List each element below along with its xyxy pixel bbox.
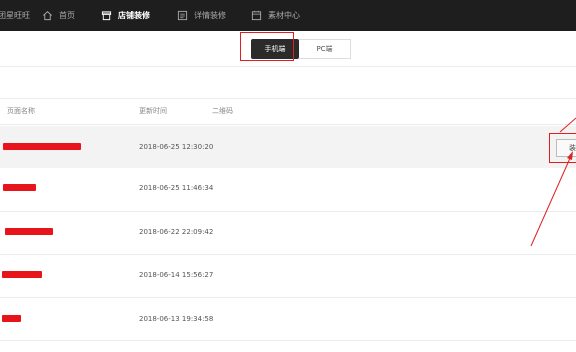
table-row: 2018-06-13 19:34:58 xyxy=(0,298,576,340)
home-icon xyxy=(43,11,52,21)
nav-brand[interactable]: 团星旺旺 xyxy=(0,0,30,31)
updated-time: 2018-06-13 19:34:58 xyxy=(139,315,214,323)
header-updated-time: 更新时间 xyxy=(139,107,167,115)
nav-brand-label: 团星旺旺 xyxy=(0,11,30,20)
pc-tab[interactable]: PC端 xyxy=(299,39,351,59)
updated-time: 2018-06-14 15:56:27 xyxy=(139,271,214,279)
top-nav-bar: 团星旺旺 首页 店铺装修 详情装修 素材中心 xyxy=(0,0,576,31)
table-row: 2018-06-25 12:30:20 xyxy=(0,126,576,168)
nav-item-material-center[interactable]: 素材中心 xyxy=(251,0,300,31)
redacted-page-name xyxy=(5,228,53,235)
table-row: 2018-06-22 22:09:42 xyxy=(0,212,576,254)
redacted-page-name xyxy=(2,315,21,322)
store-icon xyxy=(101,11,112,21)
header-page-name: 页面名称 xyxy=(7,107,35,115)
nav-item-home-label: 首页 xyxy=(59,11,75,20)
updated-time: 2018-06-22 22:09:42 xyxy=(139,228,214,236)
nav-item-home[interactable]: 首页 xyxy=(42,0,75,31)
nav-item-detail-decoration-label: 详情装修 xyxy=(194,11,226,20)
header-qrcode: 二维码 xyxy=(212,107,233,115)
table-row: 2018-06-25 11:46:34 xyxy=(0,168,576,210)
divider xyxy=(0,98,576,99)
nav-item-material-center-label: 素材中心 xyxy=(268,11,300,20)
table-row: 2018-06-14 15:56:27 xyxy=(0,255,576,297)
updated-time: 2018-06-25 11:46:34 xyxy=(139,184,214,192)
nav-item-store-decoration-label: 店铺装修 xyxy=(118,11,150,20)
annotation-highlight-box xyxy=(240,32,294,61)
divider xyxy=(0,340,576,341)
divider xyxy=(0,66,576,67)
nav-item-store-decoration[interactable]: 店铺装修 xyxy=(101,0,150,31)
annotation-highlight-box xyxy=(549,133,576,163)
redacted-page-name xyxy=(3,184,36,191)
nav-item-detail-decoration[interactable]: 详情装修 xyxy=(177,0,226,31)
divider xyxy=(0,124,576,125)
updated-time: 2018-06-25 12:30:20 xyxy=(139,143,214,151)
redacted-page-name xyxy=(2,271,42,278)
detail-icon xyxy=(177,10,188,21)
redacted-page-name xyxy=(3,143,81,150)
folder-icon xyxy=(251,10,262,21)
